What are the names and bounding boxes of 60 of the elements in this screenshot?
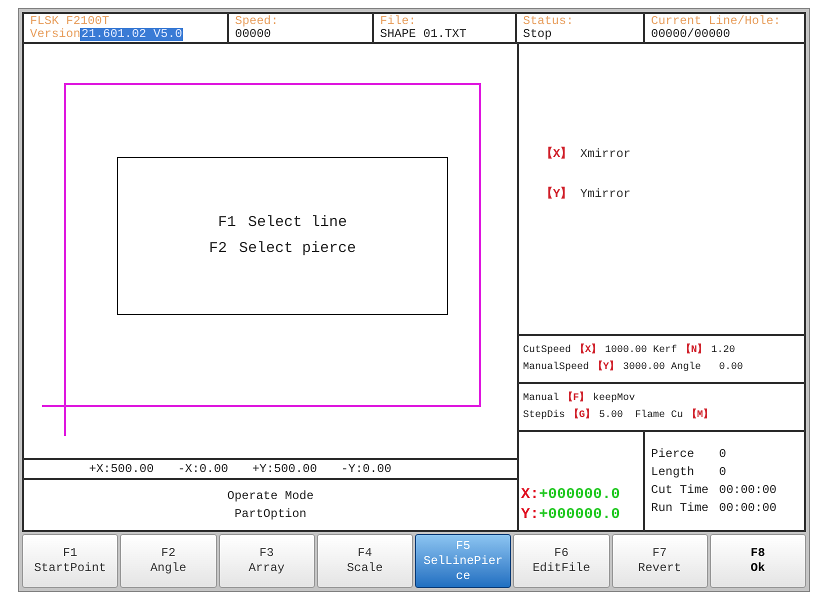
stat-value: 00:00:00 <box>719 482 777 499</box>
header-label: FLSK F2100T <box>30 15 110 28</box>
option-text: Xmirror <box>580 146 631 163</box>
axis-label: X: <box>521 486 540 504</box>
key-label: F2 <box>208 239 227 259</box>
limit-value: -X:0.00 <box>178 461 228 478</box>
parameter-text: Manual <box>523 392 560 406</box>
function-key-button[interactable]: F3 Array <box>218 534 315 588</box>
function-key-button[interactable]: F1 StartPoint <box>22 534 118 588</box>
parameter-text: CutSpeed <box>523 344 572 358</box>
limit-value: +Y:500.00 <box>252 461 318 478</box>
option-text: Select pierce <box>238 239 356 259</box>
stat-value: 0 <box>719 464 726 481</box>
stat-label: Length <box>651 464 696 481</box>
mode-text: PartOption <box>234 506 306 523</box>
coordinate-value: +000000.0 <box>539 506 620 524</box>
coordinate-value: +000000.0 <box>539 486 620 504</box>
header-value: SHAPE 01.TXT <box>380 28 468 41</box>
parameter-text: ManualSpeed <box>523 360 590 375</box>
parameter-text: keepMov <box>593 392 636 406</box>
version-number: 21.601.02 V5.0 <box>80 28 184 41</box>
axis-label: Y: <box>521 506 540 524</box>
parameter-text: StepDis <box>523 408 566 423</box>
key-label: 【Y】 <box>541 186 572 203</box>
stat-label: Run Time <box>651 500 710 517</box>
version-label: Version <box>30 28 80 41</box>
key-label: F1 <box>218 212 236 232</box>
stat-label: Pierce <box>651 446 696 463</box>
function-key-button[interactable]: F5 SelLinePierce <box>415 534 512 588</box>
key-label: 【X】 <box>575 343 602 358</box>
key-label: 【Y】 <box>593 360 620 375</box>
header-label: Current Line/Hole: <box>651 15 782 28</box>
limit-value: +X:500.00 <box>89 461 154 478</box>
parameter-text: 1.20 <box>711 344 736 358</box>
stat-value: 0 <box>719 446 726 463</box>
header-label: Status: <box>523 15 574 28</box>
function-key-button[interactable]: F8 Ok <box>710 534 806 588</box>
header-value: 00000/00000 <box>651 28 732 41</box>
function-key-button[interactable]: F2 Angle <box>120 534 216 588</box>
function-key-button[interactable]: F4 Scale <box>316 534 413 588</box>
key-label: 【F】 <box>563 391 590 406</box>
option-text: Select line <box>248 212 348 232</box>
option-text: Ymirror <box>580 186 631 203</box>
mode-text: Operate Mode <box>227 488 314 505</box>
header-value: 00000 <box>235 28 272 41</box>
function-key-button[interactable]: F6 EditFile <box>513 534 610 588</box>
header-label: Speed: <box>235 15 280 28</box>
key-label: 【N】 <box>681 343 708 358</box>
header-label: File: <box>380 15 418 28</box>
parameter-text: 5.00 Flame Cu <box>599 408 684 423</box>
key-label: 【M】 <box>687 408 714 423</box>
parameter-text: 1000.00 Kerf <box>605 344 678 358</box>
stat-label: Cut Time <box>651 482 710 499</box>
key-label: 【X】 <box>541 146 572 163</box>
key-label: 【G】 <box>569 408 596 423</box>
stat-value: 00:00:00 <box>719 500 777 517</box>
parameter-text: 3000.00 Angle 0.00 <box>623 360 744 375</box>
function-key-button[interactable]: F7 Revert <box>612 534 708 588</box>
header-value: Stop <box>523 28 553 41</box>
limit-value: -Y:0.00 <box>341 461 392 478</box>
